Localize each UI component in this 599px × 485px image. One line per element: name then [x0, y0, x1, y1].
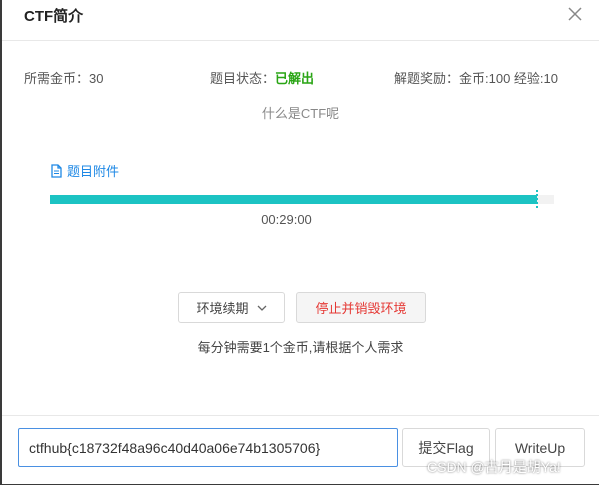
- status-label: 题目状态：: [210, 71, 276, 86]
- ctf-intro-modal: CTF简介 所需金币：30 题目状态：已解出 解题奖励：金币:100 经验:10…: [2, 0, 599, 484]
- close-icon[interactable]: [565, 4, 585, 24]
- modal-title: CTF简介: [24, 8, 84, 25]
- renew-label: 环境续期: [196, 301, 249, 316]
- challenge-description: 什么是CTF呢: [261, 106, 340, 121]
- time-progress-marker: [536, 190, 539, 208]
- reward-info: 解题奖励：金币:100 经验:10: [394, 68, 558, 87]
- modal-header: CTF简介: [2, 0, 599, 41]
- chevron-down-icon: [257, 305, 266, 311]
- status-value: 已解出: [275, 71, 315, 86]
- stop-destroy-environment-button[interactable]: 停止并销毁环境: [296, 292, 426, 323]
- cost-info: 所需金币：30: [24, 68, 103, 87]
- remaining-time: 00:29:00: [261, 212, 312, 227]
- attachment-link[interactable]: 题目附件: [50, 161, 119, 180]
- attachment-label: 题目附件: [67, 164, 120, 179]
- environment-renew-dropdown[interactable]: 环境续期: [178, 292, 285, 323]
- coin-usage-note: 每分钟需要1个金币,请根据个人需求: [197, 340, 404, 355]
- cost-value: 30: [89, 71, 104, 86]
- reward-value: 金币:100 经验:10: [459, 71, 559, 86]
- flag-input[interactable]: [18, 428, 398, 467]
- watermark: CSDN @古月是胡Ya!: [427, 459, 561, 475]
- reward-label: 解题奖励：: [394, 71, 460, 86]
- time-progress-fill: [50, 195, 538, 204]
- status-info: 题目状态：已解出: [210, 68, 314, 87]
- time-progress-bar: [50, 190, 554, 208]
- file-icon: [51, 163, 62, 178]
- cost-label: 所需金币：: [24, 71, 90, 86]
